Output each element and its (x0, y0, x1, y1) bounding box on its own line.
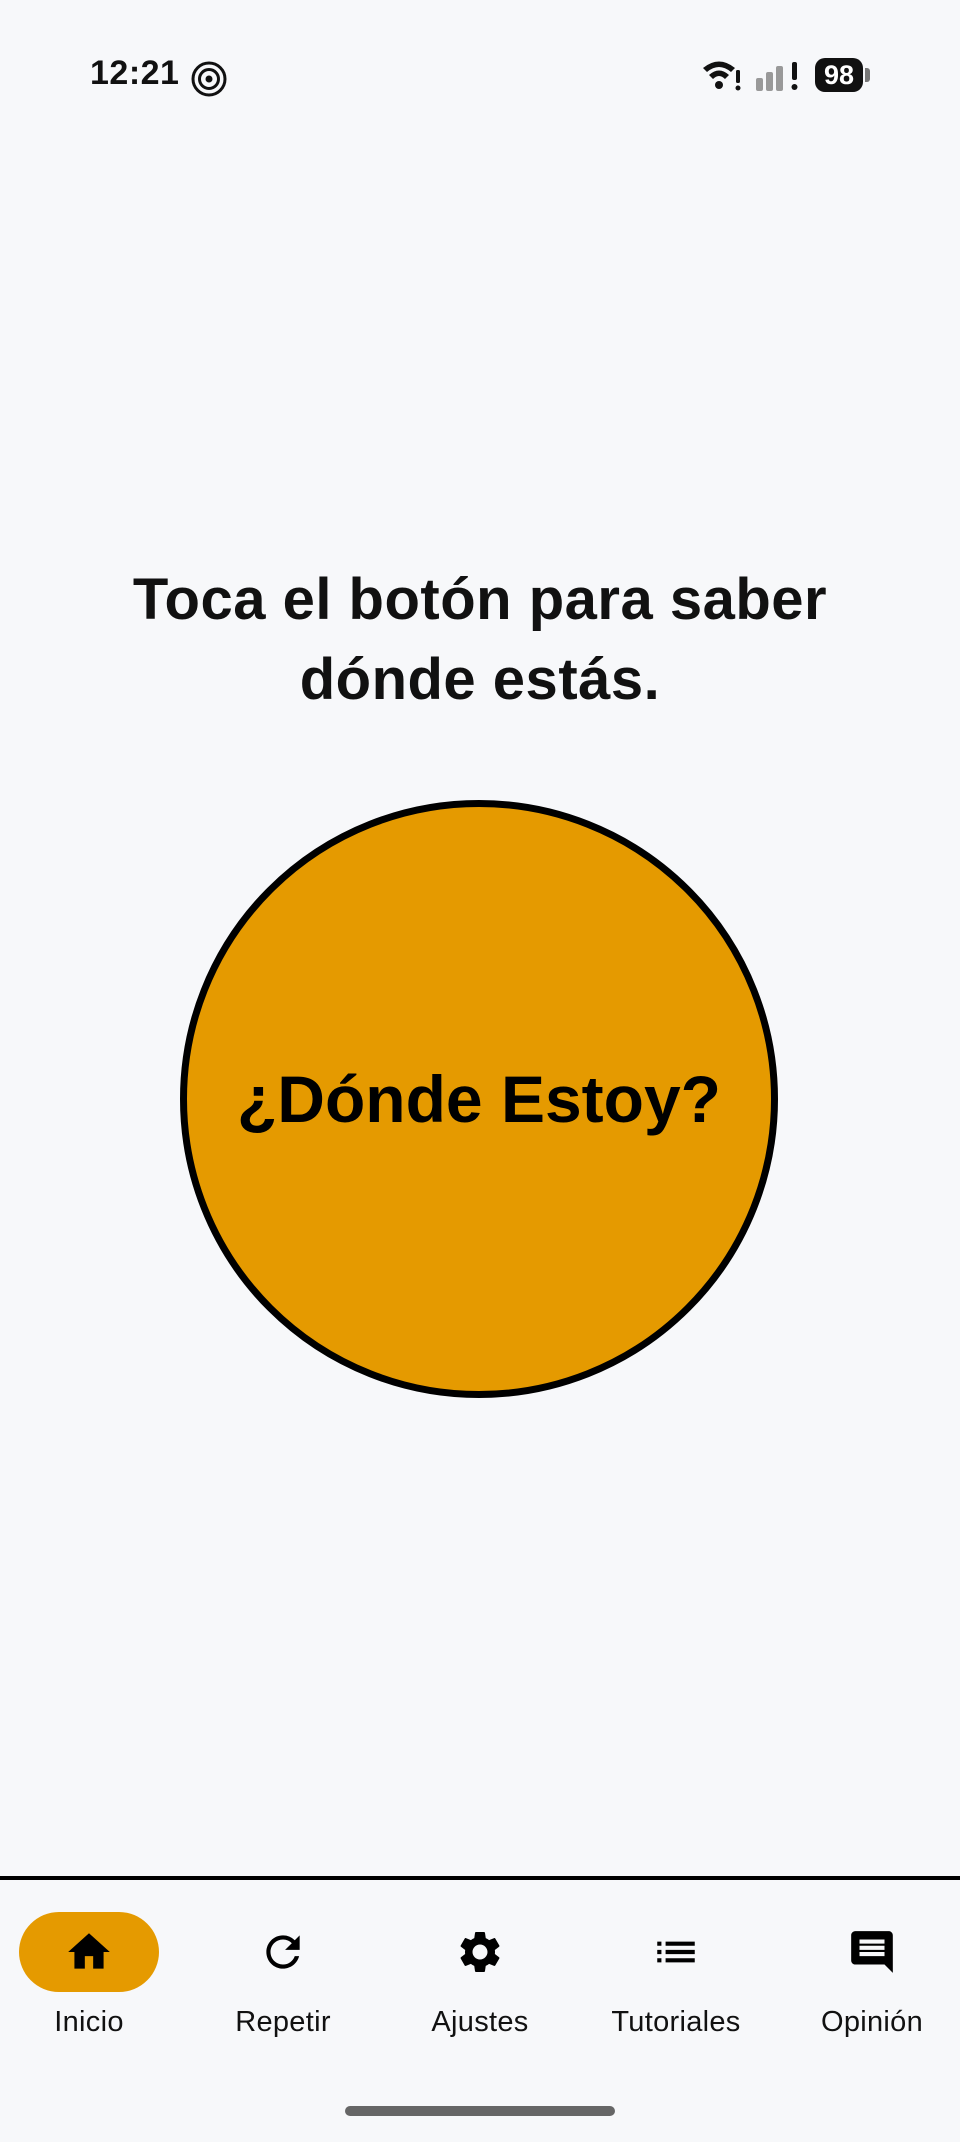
bottom-navigation: Inicio Repetir Ajustes Tutoriales Opinió… (0, 1880, 960, 2142)
status-icons: 98 (701, 58, 870, 92)
where-am-i-label: ¿Dónde Estoy? (236, 1062, 721, 1136)
nav-item-opinion-indicator (802, 1912, 942, 1992)
instruction-line-1: Toca el botón para saber (132, 567, 828, 632)
nav-item-inicio[interactable]: Inicio (0, 1912, 179, 2062)
refresh-icon (266, 1935, 300, 1969)
home-icon (68, 1933, 110, 1969)
battery-tip (865, 68, 870, 82)
nav-item-tutoriales[interactable]: Tutoriales (586, 1912, 766, 2062)
nav-item-ajustes[interactable]: Ajustes (390, 1912, 570, 2062)
nav-item-opinion[interactable]: Opinión (782, 1912, 960, 2062)
status-time: 12:21 (90, 54, 180, 92)
radar-app-icon (191, 61, 227, 97)
where-am-i-button[interactable]: ¿Dónde Estoy? (180, 800, 778, 1398)
battery-level: 98 (814, 58, 863, 92)
nav-label: Tutoriales (611, 2006, 741, 2038)
gear-icon (460, 1932, 500, 1972)
nav-item-inicio-indicator (19, 1912, 159, 1992)
feedback-icon (851, 1931, 893, 1973)
instruction-text: Toca el botón para saber dónde estás. (0, 560, 960, 720)
nav-label: Inicio (54, 2006, 124, 2038)
battery-icon: 98 (814, 58, 870, 92)
nav-item-repetir[interactable]: Repetir (193, 1912, 373, 2062)
wifi-icon (702, 61, 741, 91)
signal-icon (755, 62, 798, 91)
nav-label: Ajustes (431, 2006, 529, 2038)
instruction-line-2: dónde estás. (299, 647, 661, 712)
nav-label: Opinión (820, 2006, 924, 2038)
home-indicator[interactable] (345, 2106, 615, 2116)
status-bar: 12:21 98 (0, 0, 960, 150)
nav-item-tutoriales-indicator (606, 1912, 746, 1992)
nav-item-repetir-indicator (213, 1912, 353, 1992)
nav-item-ajustes-indicator (410, 1912, 550, 1992)
nav-label: Repetir (235, 2006, 331, 2038)
list-icon (657, 1941, 695, 1963)
